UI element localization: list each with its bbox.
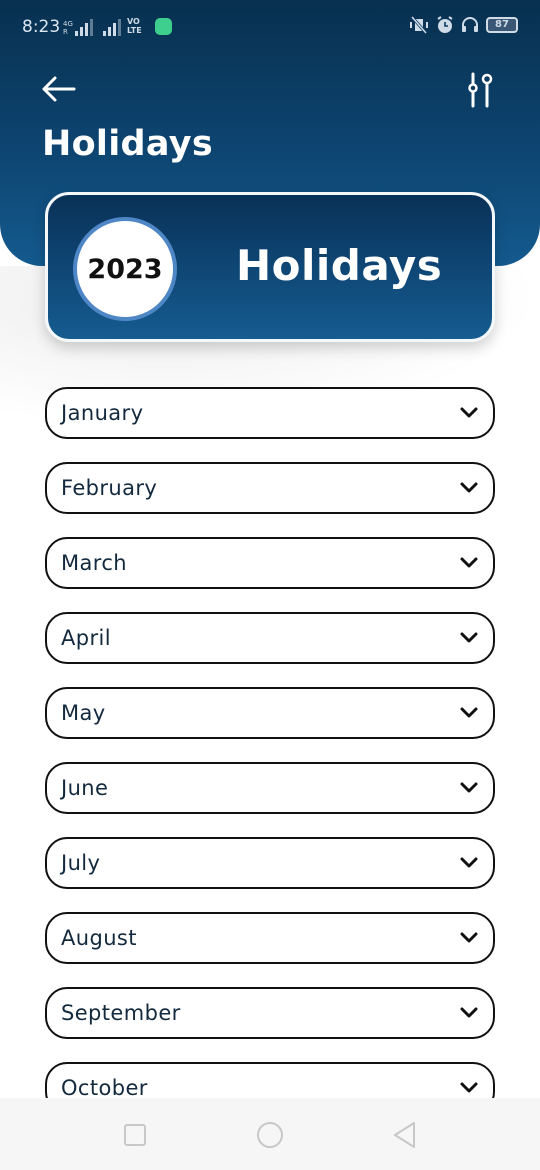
month-label: April: [61, 626, 111, 650]
month-dropdown-april[interactable]: April: [45, 612, 495, 664]
month-dropdown-july[interactable]: July: [45, 837, 495, 889]
roaming-label: R: [63, 28, 68, 36]
headphones-icon: [462, 17, 478, 32]
chevron-down-icon: [460, 782, 478, 793]
chevron-down-icon: [460, 407, 478, 418]
alarm-icon: [437, 16, 453, 33]
square-icon: [124, 1124, 146, 1146]
filter-button[interactable]: [464, 72, 496, 108]
volte-icon: VO LTE: [127, 17, 142, 35]
chevron-down-icon: [460, 1082, 478, 1093]
month-label: May: [61, 701, 106, 725]
app-notification-icon: [155, 18, 172, 35]
chevron-down-icon: [460, 482, 478, 493]
vibrate-off-icon: [410, 16, 428, 34]
chevron-down-icon: [460, 857, 478, 868]
sliders-icon: [468, 72, 493, 108]
status-time: 8:23: [22, 17, 61, 37]
month-label: August: [61, 926, 137, 950]
month-dropdown-february[interactable]: February: [45, 462, 495, 514]
month-label: January: [61, 401, 144, 425]
month-label: June: [61, 776, 109, 800]
month-label: March: [61, 551, 128, 575]
status-bar: 8:23 4G R VO LTE 87: [0, 0, 540, 54]
month-label: September: [61, 1001, 181, 1025]
chevron-down-icon: [460, 932, 478, 943]
month-label: February: [61, 476, 158, 500]
signal-icon: 4G R: [63, 16, 121, 36]
year-badge: 2023: [73, 217, 177, 321]
month-dropdown-august[interactable]: August: [45, 912, 495, 964]
recents-button[interactable]: [120, 1120, 150, 1150]
chevron-down-icon: [460, 632, 478, 643]
month-label: October: [61, 1076, 148, 1100]
home-button[interactable]: [255, 1120, 285, 1150]
month-dropdown-june[interactable]: June: [45, 762, 495, 814]
chevron-down-icon: [460, 557, 478, 568]
back-button[interactable]: [40, 74, 78, 104]
network-type-label: 4G: [63, 20, 73, 28]
page-title: Holidays: [42, 124, 213, 164]
arrow-left-icon: [42, 76, 76, 102]
circle-icon: [257, 1122, 283, 1148]
month-dropdown-september[interactable]: September: [45, 987, 495, 1039]
month-dropdown-march[interactable]: March: [45, 537, 495, 589]
banner-title: Holidays: [236, 241, 443, 290]
year-banner: 2023 Holidays: [45, 192, 495, 342]
chevron-down-icon: [460, 1007, 478, 1018]
month-dropdown-january[interactable]: January: [45, 387, 495, 439]
triangle-back-icon: [394, 1122, 415, 1148]
system-nav-bar: [0, 1098, 540, 1170]
month-list: January February March April May June Ju…: [45, 387, 495, 1137]
month-label: July: [61, 851, 101, 875]
month-dropdown-may[interactable]: May: [45, 687, 495, 739]
battery-indicator: 87: [486, 17, 518, 33]
system-back-button[interactable]: [390, 1120, 420, 1150]
chevron-down-icon: [460, 707, 478, 718]
